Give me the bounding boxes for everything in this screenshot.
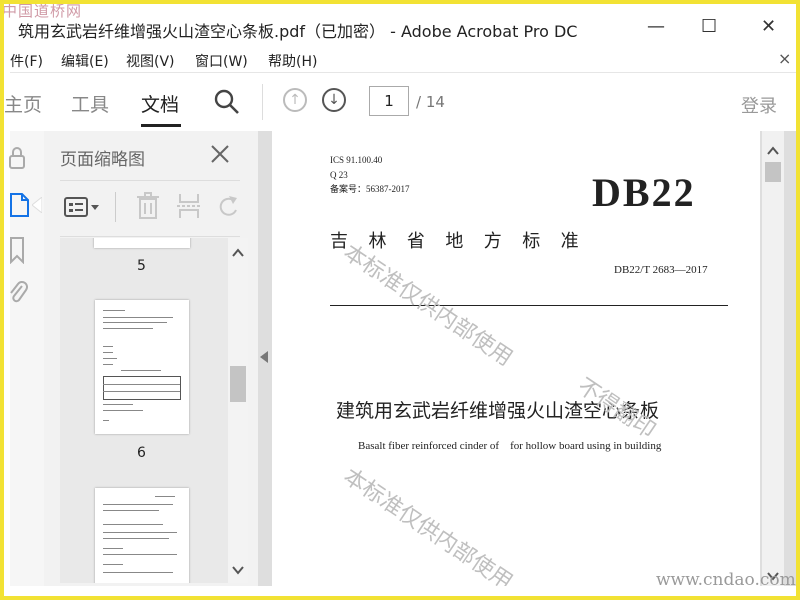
delete-icon[interactable] (136, 192, 160, 220)
thumbnail-scrollbar[interactable] (228, 238, 248, 583)
scroll-up-icon[interactable] (232, 248, 244, 258)
close-window-button[interactable]: ✕ (761, 16, 776, 37)
site-url-watermark: www.cndao.com (656, 570, 796, 590)
window-title: 筑用玄武岩纤维增强火山渣空心条板.pdf（已加密） - Adobe Acroba… (18, 22, 578, 41)
lock-icon[interactable] (8, 146, 26, 170)
options-menu-icon[interactable] (64, 196, 102, 218)
close-document-button[interactable]: × (778, 49, 791, 68)
maximize-button[interactable]: ☐ (701, 16, 717, 37)
extract-pages-icon[interactable] (176, 192, 202, 220)
page-number-label: 5 (137, 258, 146, 274)
standard-class-code: Q 23 (330, 170, 348, 180)
menu-help[interactable]: 帮助(H) (268, 51, 317, 71)
internal-use-watermark: 本标准仅供内部使用 (338, 463, 517, 586)
close-icon[interactable] (210, 144, 230, 164)
document-scrollbar[interactable] (762, 131, 784, 586)
bookmark-icon[interactable] (8, 236, 26, 264)
panel-divider (60, 180, 240, 181)
tab-document[interactable]: 文档 (141, 90, 179, 117)
panel-divider (60, 236, 240, 237)
ics-code: ICS 91.100.40 (330, 155, 383, 165)
rotate-icon[interactable] (216, 194, 240, 220)
menu-window[interactable]: 窗口(W) (195, 51, 248, 71)
scroll-up-icon[interactable] (767, 146, 779, 156)
page-thumbnails-icon[interactable] (8, 192, 32, 218)
login-button[interactable]: 登录 (741, 92, 777, 118)
thumbnail-page-6[interactable] (95, 300, 189, 434)
panel-title: 页面缩略图 (60, 150, 145, 170)
tab-home[interactable]: 主页 (4, 90, 42, 117)
internal-use-watermark: 本标准仅供内部使用 (338, 239, 517, 372)
thumbnail-page-5[interactable] (94, 238, 190, 248)
thumbnail-scrollbar-thumb[interactable] (230, 366, 246, 402)
header-rule (330, 305, 728, 306)
thumbnail-page-7[interactable] (95, 488, 189, 583)
menu-bar (0, 50, 800, 72)
document-scrollbar-thumb[interactable] (765, 162, 781, 182)
search-icon[interactable] (213, 88, 241, 116)
menu-file[interactable]: 件(F) (10, 51, 43, 71)
document-title-en: Basalt fiber reinforced cinder of for ho… (358, 440, 662, 452)
standard-logo: DB22 (592, 170, 696, 215)
tab-tools[interactable]: 工具 (71, 90, 109, 117)
menu-view[interactable]: 视图(V) (126, 51, 175, 71)
scroll-down-icon[interactable] (232, 565, 244, 575)
standard-number: DB22/T 2683—2017 (614, 264, 708, 276)
active-tab-indicator (141, 124, 181, 127)
toolbar-separator (262, 84, 263, 120)
pdf-page: ICS 91.100.40 Q 23 备案号：56387-2017 DB22 吉… (272, 131, 760, 586)
page-number-label: 6 (137, 445, 146, 461)
previous-page-icon[interactable]: ↑ (283, 88, 307, 112)
thumbnail-list[interactable] (60, 238, 228, 583)
panel-toolbar-separator (115, 192, 116, 222)
selected-pointer-icon (32, 197, 42, 213)
record-number: 备案号：56387-2017 (330, 184, 410, 194)
collapse-panel-icon[interactable] (260, 351, 268, 363)
menu-edit[interactable]: 编辑(E) (61, 51, 109, 71)
page-total: / 14 (416, 93, 445, 111)
next-page-icon[interactable]: ↓ (322, 88, 346, 112)
minimize-button[interactable]: — (647, 16, 665, 37)
page-number-input[interactable]: 1 (369, 86, 409, 116)
attachment-icon[interactable] (8, 280, 28, 306)
